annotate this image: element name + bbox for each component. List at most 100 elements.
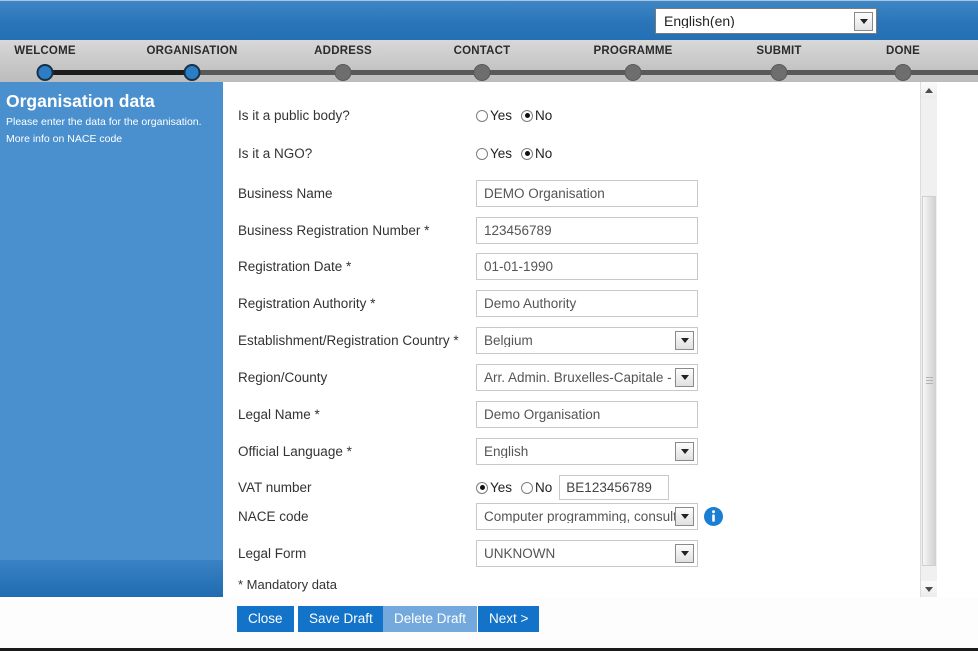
field-control-business-registration-number: 123456789 (476, 217, 698, 244)
field-label-establishment-registration-country: Establishment/Registration Country * (238, 333, 459, 348)
scrollbar-thumb[interactable] (922, 196, 936, 566)
step-connector (343, 70, 482, 75)
vat-number-control-group: Yes No BE123456789 (476, 474, 670, 501)
step-node-programme[interactable] (624, 64, 642, 81)
field-label-vat-number: VAT number (238, 480, 312, 495)
legal-form-select[interactable]: UNKNOWN (476, 540, 698, 567)
establishment-registration-country-select-value: Belgium (484, 333, 533, 348)
step-label-programme[interactable]: PROGRAMME (593, 45, 672, 57)
form-row-legal-name: Legal Name * Demo Organisation (223, 399, 920, 436)
step-node-address[interactable] (334, 64, 352, 81)
registration-date-input[interactable]: 01-01-1990 (476, 253, 698, 280)
step-label-contact[interactable]: CONTACT (454, 45, 511, 57)
step-node-welcome[interactable] (36, 64, 54, 81)
field-control-is-it-a-ngo: Yes No (476, 140, 552, 167)
vat-number-radio-yes[interactable] (476, 481, 488, 494)
chevron-down-icon[interactable] (675, 507, 694, 526)
form-row-business-registration-number: Business Registration Number * 123456789 (223, 215, 920, 252)
scroll-down-arrow-icon[interactable] (921, 581, 937, 597)
chevron-down-icon[interactable] (854, 11, 873, 31)
step-connector (633, 70, 779, 75)
business-registration-number-input[interactable]: 123456789 (476, 217, 698, 244)
registration-authority-input[interactable]: Demo Authority (476, 290, 698, 317)
close-button[interactable]: Close (237, 606, 294, 632)
sidebar-footer-strip (0, 560, 223, 597)
legal-name-input[interactable]: Demo Organisation (476, 401, 698, 428)
form-row-region-county: Region/County Arr. Admin. Bruxelles-Capit… (223, 362, 920, 399)
is-it-a-ngo-radio-no[interactable] (521, 147, 534, 160)
is-it-a-ngo-radio-label-no[interactable]: No (535, 146, 552, 161)
vertical-scrollbar[interactable] (920, 82, 937, 597)
field-control-registration-authority: Demo Authority (476, 290, 698, 317)
vat-number-radio-no[interactable] (521, 481, 534, 494)
field-control-region-county: Arr. Admin. Bruxelles-Capitale - A (476, 364, 698, 391)
delete-draft-button: Delete Draft (383, 606, 478, 632)
is-it-a-public-body-radio-group: Yes No (476, 102, 552, 129)
step-label-address[interactable]: ADDRESS (314, 45, 372, 57)
sidebar-panel: Organisation data Please enter the data … (0, 82, 223, 597)
sidebar-description: Please enter the data for the organisati… (6, 116, 202, 128)
form-row-registration-authority: Registration Authority * Demo Authority (223, 288, 920, 325)
nace-code-select-value: Computer programming, consulta (484, 509, 675, 524)
field-label-registration-date: Registration Date * (238, 259, 352, 274)
next-button[interactable]: Next > (478, 606, 540, 632)
chevron-down-icon[interactable] (675, 331, 694, 350)
is-it-a-public-body-radio-label-no[interactable]: No (535, 108, 552, 123)
registration-wizard-window: English(en) WELCOME ORGANISATION ADDRESS CO… (0, 0, 978, 651)
field-control-establishment-registration-country: Belgium (476, 327, 698, 354)
field-label-region-county: Region/County (238, 370, 328, 385)
region-county-select[interactable]: Arr. Admin. Bruxelles-Capitale - A (476, 364, 698, 391)
chevron-down-icon[interactable] (675, 368, 694, 387)
nace-code-info-link[interactable]: More info on NACE code (6, 131, 217, 148)
page-title: Organisation data (6, 91, 155, 111)
field-label-nace-code: NACE code (238, 509, 309, 524)
form-row-business-name: Business Name DEMO Organisation (223, 178, 920, 215)
step-connector (903, 70, 978, 75)
vat-number-radio-label-no[interactable]: No (535, 480, 552, 495)
form-action-bar: Close Save Draft Delete Draft Next > (0, 597, 978, 648)
language-select-value: English(en) (664, 14, 735, 28)
form-row-is-it-a-public-body: Is it a public body? Yes No (223, 100, 920, 137)
scrollbar-grip-icon (926, 377, 933, 385)
step-label-submit[interactable]: SUBMIT (756, 45, 801, 57)
is-it-a-ngo-radio-label-yes[interactable]: Yes (490, 146, 512, 161)
step-node-submit[interactable] (770, 64, 788, 81)
form-row-nace-code: NACE code Computer programming, consulta (223, 501, 920, 538)
step-node-organisation[interactable] (183, 64, 201, 81)
form-row-official-language: Official Language * English (223, 436, 920, 473)
official-language-select[interactable]: English (476, 438, 698, 465)
step-label-done[interactable]: DONE (886, 45, 920, 57)
field-control-business-name: DEMO Organisation (476, 180, 698, 207)
organisation-form: Is it a public body? Yes No Is it a NGO? Yes… (223, 82, 920, 597)
form-row-establishment-registration-country: Establishment/Registration Country * Belg… (223, 325, 920, 362)
field-control-legal-form: UNKNOWN (476, 540, 698, 567)
establishment-registration-country-select[interactable]: Belgium (476, 327, 698, 354)
legal-form-select-value: UNKNOWN (484, 546, 556, 561)
is-it-a-ngo-radio-yes[interactable] (476, 147, 488, 160)
field-label-registration-authority: Registration Authority * (238, 296, 376, 311)
save-draft-button[interactable]: Save Draft (298, 606, 384, 632)
is-it-a-public-body-radio-yes[interactable] (476, 109, 488, 122)
step-label-organisation[interactable]: ORGANISATION (147, 45, 238, 57)
step-connector (779, 70, 903, 75)
chevron-down-icon[interactable] (675, 442, 694, 461)
step-node-contact[interactable] (473, 64, 491, 81)
vat-number-radio-label-yes[interactable]: Yes (490, 480, 512, 495)
language-select[interactable]: English(en) (655, 8, 877, 34)
step-node-done[interactable] (894, 64, 912, 81)
chevron-down-icon[interactable] (675, 544, 694, 563)
official-language-select-value: English (484, 444, 529, 459)
field-label-legal-name: Legal Name * (238, 407, 320, 422)
info-icon[interactable] (703, 506, 724, 527)
is-it-a-public-body-radio-no[interactable] (521, 109, 534, 122)
step-connector (482, 70, 633, 75)
region-county-select-value: Arr. Admin. Bruxelles-Capitale - A (484, 370, 675, 385)
is-it-a-public-body-radio-label-yes[interactable]: Yes (490, 108, 512, 123)
vat-number-input[interactable]: BE123456789 (559, 475, 670, 500)
nace-code-select[interactable]: Computer programming, consulta (476, 503, 698, 530)
step-label-welcome[interactable]: WELCOME (14, 45, 75, 57)
business-name-input[interactable]: DEMO Organisation (476, 180, 698, 207)
app-header: English(en) (0, 0, 978, 41)
scroll-up-arrow-icon[interactable] (921, 82, 937, 98)
form-row-registration-date: Registration Date * 01-01-1990 (223, 251, 920, 288)
